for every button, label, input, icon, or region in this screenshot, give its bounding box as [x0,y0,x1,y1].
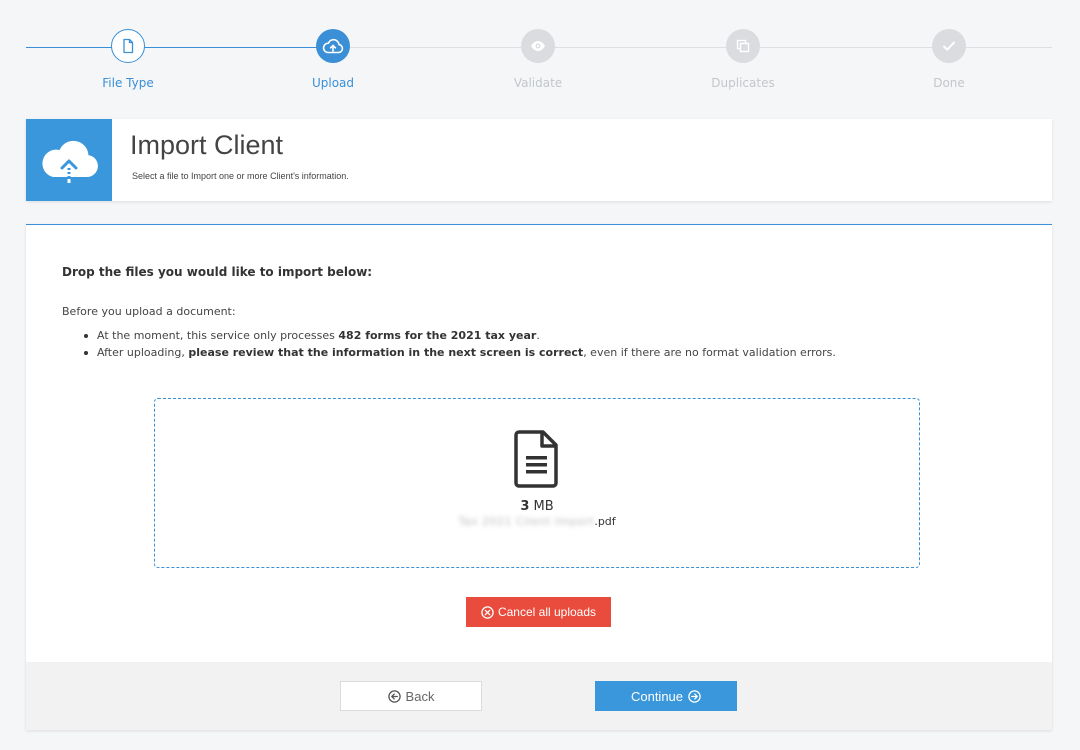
step-label: File Type [102,76,154,90]
cancel-all-uploads-label: Cancel all uploads [497,605,597,619]
header-icon-box [26,119,112,201]
step-file-type-circle [111,29,145,63]
rule-emphasis: please review that the information in th… [188,346,584,359]
close-circle-icon [481,605,494,619]
continue-button[interactable]: Continue [595,681,737,711]
check-icon [943,41,955,51]
arrow-left-circle-icon [387,689,401,703]
upload-panel: Drop the files you would like to import … [26,224,1052,730]
rule-text: , even if there are no format validation… [583,346,836,359]
step-upload[interactable]: Upload [273,29,393,90]
step-done-circle [932,29,966,63]
step-validate-circle [521,29,555,63]
import-client-header: Import Client Select a file to Import on… [26,119,1052,201]
file-size-value: 3 [520,499,530,514]
step-label: Duplicates [711,76,775,90]
page-title: Import Client [130,130,284,160]
rule-text: After uploading, [97,346,189,359]
step-label: Upload [311,76,355,90]
uploaded-file: 3 MB Tax 2021 Client Import.pdf [155,429,919,528]
cloud-upload-icon [322,38,344,54]
file-name-redacted: Tax 2021 Client Import [458,515,595,528]
step-done: Done [889,29,1009,90]
upload-rules-list: At the moment, this service only process… [62,327,836,361]
step-label: Validate [513,76,563,90]
step-upload-circle [316,29,350,63]
progress-stepper: File Type Upload Validate Duplicates Don… [0,0,1080,100]
file-icon [123,38,134,54]
continue-label: Continue [630,688,684,704]
cloud-upload-icon [42,140,98,183]
step-file-type[interactable]: File Type [68,29,188,90]
wizard-footer: Back Continue [26,662,1052,730]
arrow-right-circle-icon [688,689,701,703]
rule-text: At the moment, this service only process… [97,329,339,342]
file-size-unit: MB [533,499,554,514]
rule-emphasis: 482 forms for the 2021 tax year [338,329,537,342]
step-label: Done [933,76,965,90]
upload-heading: Drop the files you would like to import … [62,265,373,279]
copy-icon [736,39,750,53]
back-button[interactable]: Back [340,681,482,711]
cancel-all-uploads-button[interactable]: Cancel all uploads [466,597,611,627]
list-item: After uploading, please review that the … [62,344,836,361]
step-duplicates-circle [726,29,760,63]
file-extension: .pdf [594,515,616,528]
upload-intro: Before you upload a document: [62,305,236,318]
document-icon [514,430,558,488]
step-validate: Validate [478,29,598,90]
list-item: At the moment, this service only process… [62,327,836,344]
back-label: Back [405,688,435,704]
step-duplicates: Duplicates [683,29,803,90]
file-size: 3 MB [155,499,919,514]
file-dropzone[interactable]: 3 MB Tax 2021 Client Import.pdf [154,398,920,568]
eye-icon [531,41,545,51]
page-subtitle: Select a file to Import one or more Clie… [132,171,349,181]
file-name: Tax 2021 Client Import.pdf [155,515,919,528]
rule-text: . [536,329,540,342]
